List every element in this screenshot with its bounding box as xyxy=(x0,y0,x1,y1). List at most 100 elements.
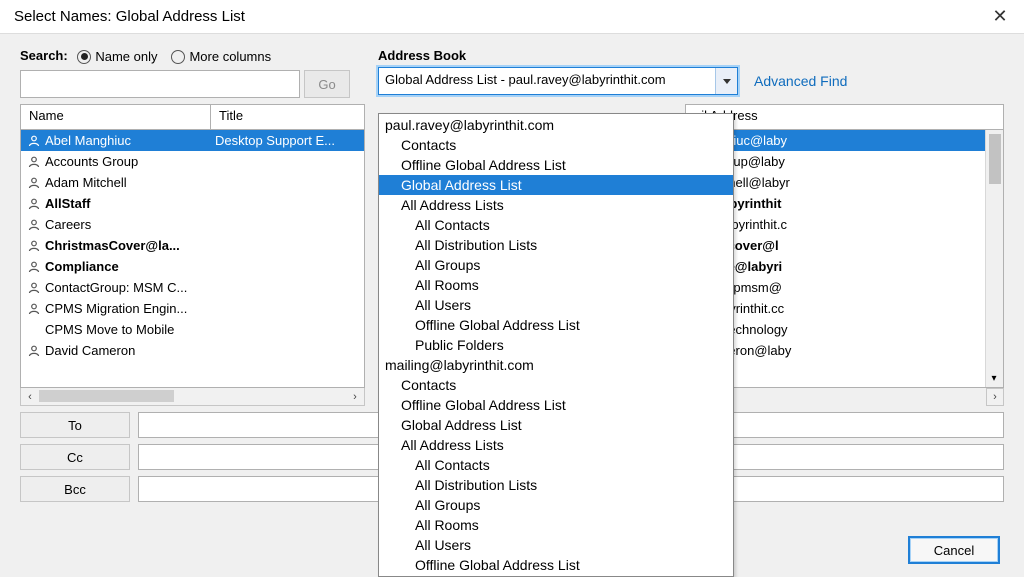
email-cell[interactable]: S@labyrinthit.cc xyxy=(690,298,1003,319)
entry-name: Abel Manghiuc xyxy=(45,133,215,148)
entry-name: Compliance xyxy=(45,259,215,274)
chevron-down-icon[interactable]: ▾ xyxy=(985,369,1003,387)
person-icon xyxy=(27,261,41,273)
entry-name: David Cameron xyxy=(45,343,215,358)
go-button[interactable]: Go xyxy=(304,70,350,98)
dropdown-item[interactable]: All Distribution Lists xyxy=(379,235,733,255)
dropdown-item[interactable]: mailing@labyrinthit.com xyxy=(379,355,733,375)
table-row[interactable]: Adam Mitchell xyxy=(21,172,364,193)
title-bar: Select Names: Global Address List ✕ xyxy=(0,0,1024,34)
to-button[interactable]: To xyxy=(20,412,130,438)
dropdown-item[interactable]: All Distribution Lists xyxy=(379,475,733,495)
dropdown-item[interactable]: paul.ravey@labyrinthit.com xyxy=(379,115,733,135)
dropdown-item[interactable]: Offline Global Address List xyxy=(379,315,733,335)
dropdown-item[interactable]: All Contacts xyxy=(379,455,733,475)
table-row[interactable]: Careers xyxy=(21,214,364,235)
advanced-find-link[interactable]: Advanced Find xyxy=(754,73,847,89)
scrollbar-track[interactable] xyxy=(39,388,346,405)
dropdown-item[interactable]: Global Address List xyxy=(379,175,733,195)
email-cell[interactable]: .Manghiuc@laby xyxy=(690,130,1003,151)
dropdown-item[interactable]: Offline Global Address List xyxy=(379,395,733,415)
email-cell[interactable]: stmascover@l xyxy=(690,235,1003,256)
dropdown-item[interactable]: Offline Global Address List xyxy=(379,155,733,175)
vertical-scrollbar[interactable]: ▴ ▾ xyxy=(985,130,1003,387)
entry-name: ChristmasCover@la... xyxy=(45,238,215,253)
person-icon xyxy=(27,135,41,147)
window-title: Select Names: Global Address List xyxy=(14,8,245,25)
cc-button[interactable]: Cc xyxy=(20,444,130,470)
table-row[interactable]: Abel ManghiucDesktop Support E... xyxy=(21,130,364,151)
dropdown-item[interactable]: All Users xyxy=(379,535,733,555)
chevron-left-icon[interactable]: ‹ xyxy=(21,391,39,403)
radio-icon xyxy=(171,50,185,64)
dropdown-item[interactable]: Public Folders xyxy=(379,335,733,355)
dropdown-item[interactable]: All Contacts xyxy=(379,215,733,235)
entry-name: Accounts Group xyxy=(45,154,215,169)
address-book-block: Address Book Global Address List - paul.… xyxy=(378,48,1004,98)
person-icon xyxy=(27,156,41,168)
column-header-title[interactable]: Title xyxy=(210,104,365,130)
dropdown-item[interactable]: All Users xyxy=(379,295,733,315)
search-input[interactable] xyxy=(20,70,300,98)
table-row[interactable]: AllStaff xyxy=(21,193,364,214)
entry-title: Desktop Support E... xyxy=(215,133,364,148)
table-row[interactable]: David Cameron xyxy=(21,340,364,361)
dropdown-item[interactable]: Offline Global Address List xyxy=(379,555,733,575)
table-row[interactable]: CPMS Move to Mobile xyxy=(21,319,364,340)
radio-icon xyxy=(77,50,91,64)
table-row[interactable]: ChristmasCover@la... xyxy=(21,235,364,256)
email-cell[interactable]: ers@labyrinthit.c xyxy=(690,214,1003,235)
dropdown-item[interactable]: All Address Lists xyxy=(379,435,733,455)
dropdown-item[interactable]: Contacts xyxy=(379,375,733,395)
bcc-button[interactable]: Bcc xyxy=(20,476,130,502)
entry-name: ContactGroup: MSM C... xyxy=(45,280,215,295)
cancel-button[interactable]: Cancel xyxy=(908,536,1000,564)
radio-more-columns-label: More columns xyxy=(189,49,271,64)
scrollbar-thumb[interactable] xyxy=(989,134,1001,184)
entry-name: CPMS Migration Engin... xyxy=(45,301,215,316)
email-cell[interactable]: d Cameron@laby xyxy=(690,340,1003,361)
email-cell[interactable]: aff@labyrinthit xyxy=(690,193,1003,214)
person-icon xyxy=(27,177,41,189)
email-cell[interactable]: m.Mitchell@labyr xyxy=(690,172,1003,193)
person-icon xyxy=(27,282,41,294)
contacts-list: Name Title Abel ManghiucDesktop Support … xyxy=(20,104,365,406)
address-book-dropdown[interactable]: paul.ravey@labyrinthit.comContactsOfflin… xyxy=(378,113,734,577)
search-block: Search: Name only More columns Go xyxy=(20,48,350,98)
dropdown-item[interactable]: All Groups xyxy=(379,255,733,275)
dropdown-item[interactable]: All Rooms xyxy=(379,515,733,535)
dropdown-item[interactable]: All Address Lists xyxy=(379,195,733,215)
entry-name: Careers xyxy=(45,217,215,232)
email-cell[interactable]: yrinthTechnology xyxy=(690,319,1003,340)
address-book-label: Address Book xyxy=(378,48,1004,63)
column-header-name[interactable]: Name xyxy=(20,104,210,130)
person-icon xyxy=(27,219,41,231)
table-row[interactable]: ContactGroup: MSM C... xyxy=(21,277,364,298)
dropdown-item[interactable]: Contacts xyxy=(379,135,733,155)
chevron-right-icon[interactable]: › xyxy=(346,391,364,403)
email-cell[interactable]: pliance@labyri xyxy=(690,256,1003,277)
radio-name-only[interactable]: Name only xyxy=(77,49,157,64)
person-icon xyxy=(27,198,41,210)
chevron-right-icon[interactable]: › xyxy=(986,388,1004,406)
person-icon xyxy=(27,240,41,252)
horizontal-scrollbar[interactable]: ‹ › xyxy=(20,388,365,406)
scrollbar-thumb[interactable] xyxy=(39,390,174,402)
dialog-buttons: Cancel xyxy=(908,536,1000,564)
table-row[interactable]: Compliance xyxy=(21,256,364,277)
chevron-down-icon[interactable] xyxy=(715,68,737,94)
table-row[interactable]: CPMS Migration Engin... xyxy=(21,298,364,319)
close-icon[interactable]: ✕ xyxy=(986,6,1014,27)
entry-name: CPMS Move to Mobile xyxy=(45,322,215,337)
email-cell[interactable]: actgroupmsm@ xyxy=(690,277,1003,298)
person-icon xyxy=(27,345,41,357)
radio-more-columns[interactable]: More columns xyxy=(171,49,271,64)
email-cell[interactable]: untsgroup@laby xyxy=(690,151,1003,172)
dropdown-item[interactable]: Global Address List xyxy=(379,415,733,435)
dropdown-item[interactable]: All Groups xyxy=(379,495,733,515)
dropdown-item[interactable]: All Rooms xyxy=(379,275,733,295)
table-row[interactable]: Accounts Group xyxy=(21,151,364,172)
entry-name: Adam Mitchell xyxy=(45,175,215,190)
address-book-combo[interactable]: Global Address List - paul.ravey@labyrin… xyxy=(378,67,738,95)
radio-name-only-label: Name only xyxy=(95,49,157,64)
